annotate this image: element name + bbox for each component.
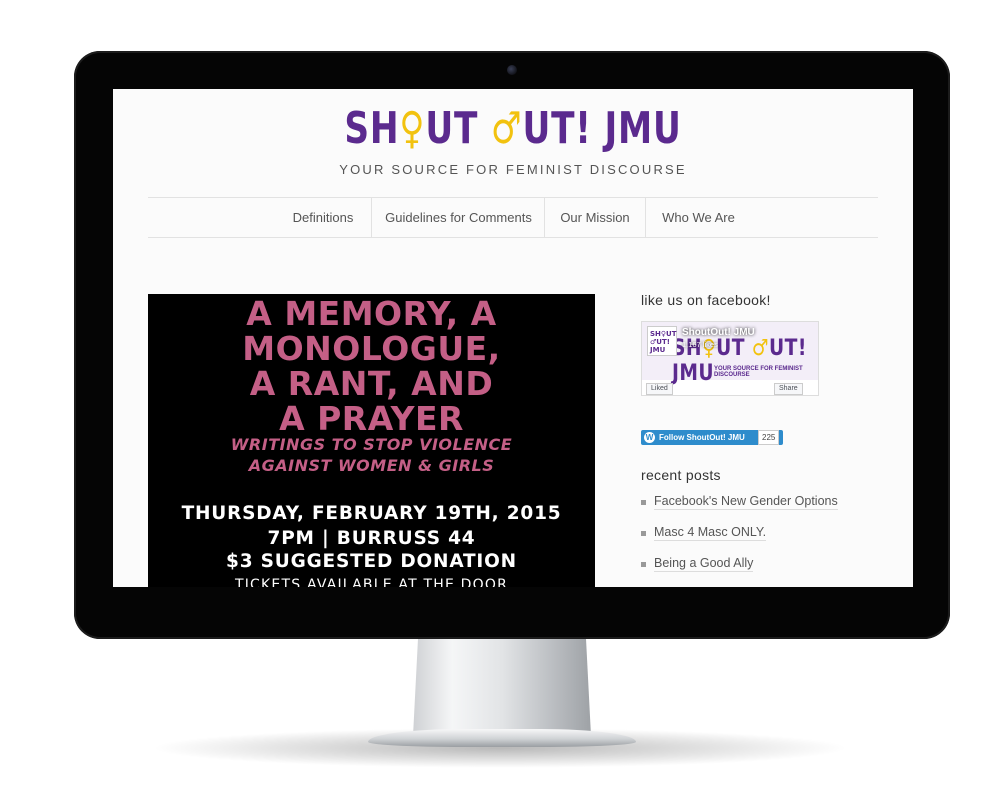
poster-title: A MEMORY, A MONOLOGUE, A RANT, AND A PRA… (148, 296, 595, 436)
poster-date: THURSDAY, FEBRUARY 19TH, 2015 (181, 503, 562, 524)
recent-posts-list: Facebook's New Gender Options Masc 4 Mas… (641, 494, 838, 587)
logo-text-middle: UT (716, 336, 752, 361)
main-navigation: Definitions Guidelines for Comments Our … (148, 197, 878, 238)
poster-subtitle: WRITINGS TO STOP VIOLENCE AGAINST WOMEN … (148, 434, 595, 476)
poster-subtitle-line: WRITINGS TO STOP VIOLENCE (230, 435, 513, 454)
logo-text-start: SH (344, 103, 400, 154)
recent-post-link[interactable]: Masc 4 Masc ONLY. (654, 525, 767, 541)
webcam-icon (507, 65, 517, 75)
list-item: Being a Good Ally (641, 556, 838, 587)
wordpress-follow-label: Follow ShoutOut! JMU (659, 433, 745, 442)
site-tagline: YOUR SOURCE FOR FEMINIST DISCOURSE (339, 162, 687, 177)
facebook-liked-button[interactable]: Liked (646, 383, 673, 395)
poster-title-line: A PRAYER (279, 399, 464, 438)
site-logo[interactable]: SH♀UT ♂UT! JMU (201, 103, 825, 155)
poster-time-place: 7PM | BURRUSS 44 (267, 528, 476, 549)
monitor-stand (413, 632, 591, 736)
poster-tickets: TICKETS AVAILABLE AT THE DOOR (234, 577, 509, 587)
nav-item-definitions[interactable]: Definitions (273, 198, 373, 237)
recent-post-link[interactable]: Being a Good Ally (654, 556, 754, 572)
poster-title-line: A RANT, AND (249, 364, 494, 403)
facebook-cover-tagline: YOUR SOURCE FOR FEMINIST DISCOURSE (714, 366, 803, 378)
facebook-page-widget[interactable]: SH♀UT ♂UT! JMU YOUR SOURCE FOR FEMINIST … (641, 321, 819, 396)
featured-event-poster[interactable]: A MEMORY, A MONOLOGUE, A RANT, AND A PRA… (148, 294, 595, 587)
logo-text-middle: UT (425, 103, 491, 154)
poster-title-line: A MEMORY, A (246, 294, 497, 333)
male-symbol-icon: ♂ (751, 336, 770, 361)
facebook-page-name[interactable]: ShoutOut! JMU (682, 327, 755, 338)
nav-item-who-we-are[interactable]: Who We Are (646, 198, 751, 237)
nav-item-our-mission[interactable]: Our Mission (545, 198, 645, 237)
facebook-like-count: 1,167 likes (682, 340, 718, 349)
recent-post-link[interactable]: Facebook's New Gender Options (654, 494, 838, 510)
wordpress-icon: W (644, 432, 655, 443)
facebook-share-button[interactable]: Share (774, 383, 803, 395)
poster-title-line: MONOLOGUE, (242, 329, 501, 368)
facebook-widget-heading: like us on facebook! (641, 292, 771, 308)
poster-subtitle-line: AGAINST WOMEN & GIRLS (248, 456, 495, 475)
follower-count-badge: 225 (758, 430, 780, 445)
male-symbol-icon: ♂ (490, 103, 523, 154)
poster-donation: $3 SUGGESTED DONATION (226, 551, 517, 572)
logo-text-end: UT! JMU (522, 103, 682, 154)
facebook-page-avatar[interactable]: SH♀UT ♂UT! JMU (647, 326, 677, 356)
list-item: Facebook's New Gender Options (641, 494, 838, 525)
monitor-stand-base (368, 729, 636, 747)
female-symbol-icon: ♀ (399, 103, 426, 154)
browser-viewport[interactable]: SH♀UT ♂UT! JMU YOUR SOURCE FOR FEMINIST … (113, 89, 913, 587)
nav-item-guidelines-for-comments[interactable]: Guidelines for Comments (372, 198, 545, 237)
recent-posts-heading: recent posts (641, 467, 721, 483)
list-item: Masc 4 Masc ONLY. (641, 525, 838, 556)
